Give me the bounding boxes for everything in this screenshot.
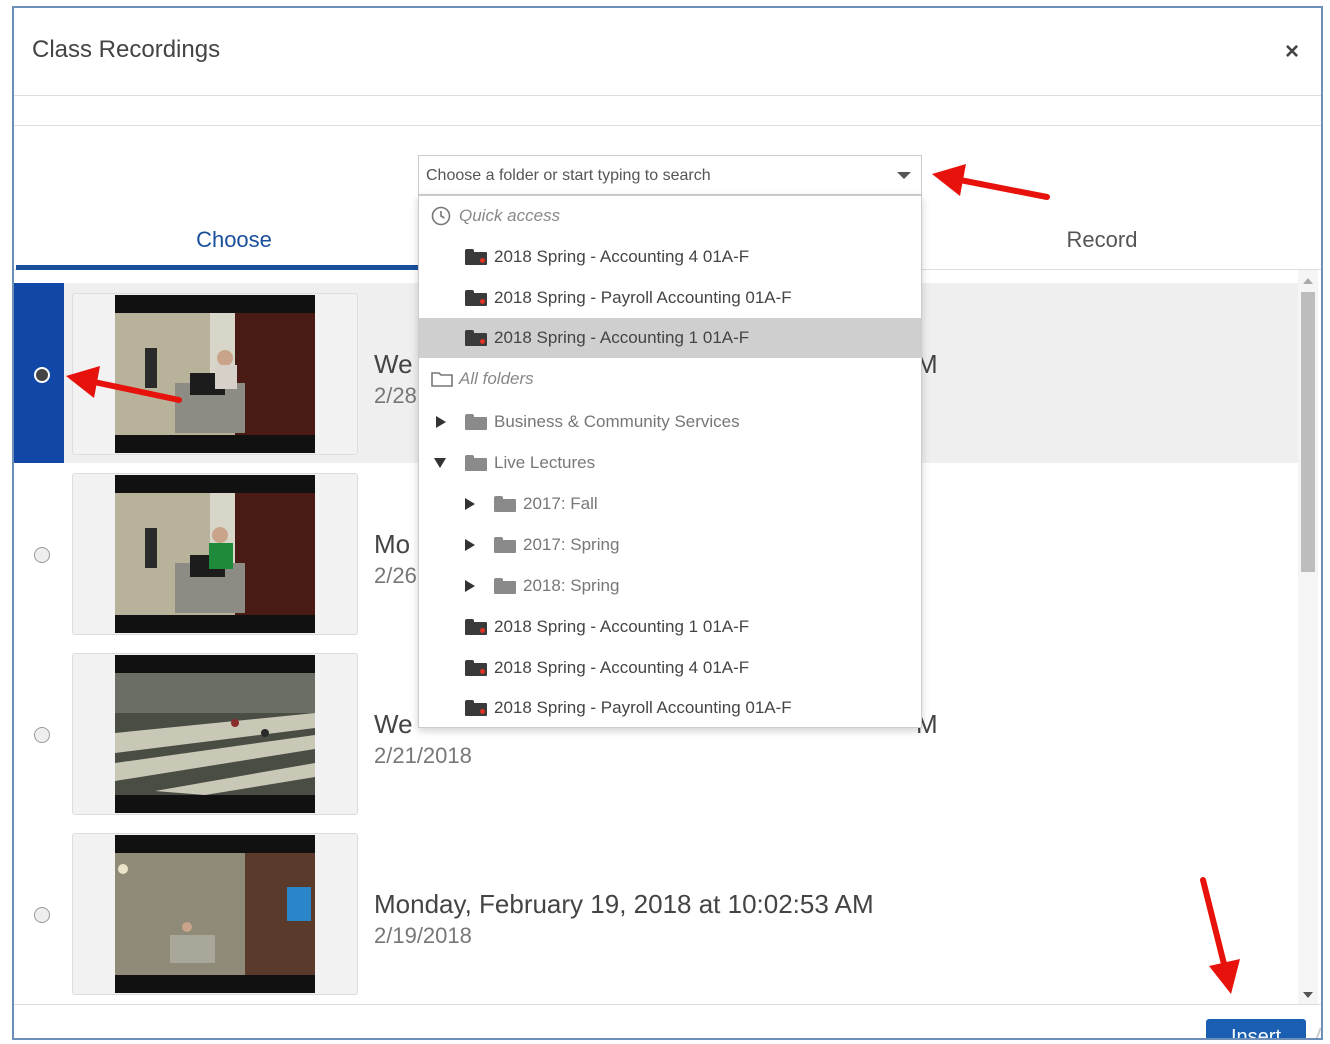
quick-access-item[interactable]: 2018 Spring - Accounting 1 01A-F <box>419 318 921 358</box>
recording-thumbnail-frame <box>72 653 358 815</box>
tab-choose[interactable]: Choose <box>16 220 452 270</box>
recording-thumbnail[interactable] <box>115 475 315 633</box>
recording-thumbnail-frame <box>72 833 358 995</box>
quick-access-item[interactable]: 2018 Spring - Accounting 4 01A-F <box>419 237 921 277</box>
radio-icon[interactable] <box>34 907 50 923</box>
quick-access-header: Quick access <box>419 196 921 236</box>
dialog-title: Class Recordings <box>32 36 221 63</box>
folder-icon <box>465 455 487 471</box>
recording-thumbnail-frame <box>72 473 358 635</box>
all-folders-header: All folders <box>419 359 921 399</box>
tree-item-label: 2017: Fall <box>523 494 598 513</box>
folder-dropdown-menu: Quick access 2018 Spring - Accounting 4 … <box>418 195 922 728</box>
tree-item-label: 2018 Spring - Accounting 1 01A-F <box>494 617 750 636</box>
folder-icon <box>465 249 487 265</box>
caret-down-icon[interactable] <box>897 172 911 179</box>
tree-item[interactable]: 2017: Fall <box>419 484 921 524</box>
classroom-image <box>115 493 315 615</box>
tree-item-label: 2018: Spring <box>523 576 620 595</box>
recording-thumbnail[interactable] <box>115 295 315 453</box>
folder-icon <box>465 619 487 635</box>
folder-icon <box>494 578 516 594</box>
class-recordings-dialog: Class Recordings × Choose Record We M 2/… <box>12 6 1323 1040</box>
list-item[interactable]: Monday, February 19, 2018 at 10:02:53 AM… <box>14 823 1298 1003</box>
quick-access-item-label: 2018 Spring - Accounting 1 01A-F <box>494 328 750 347</box>
tree-item[interactable]: Business & Community Services <box>419 402 921 442</box>
recording-thumbnail[interactable] <box>115 835 315 993</box>
triangle-right-icon[interactable] <box>465 498 475 510</box>
tree-item[interactable]: Live Lectures <box>419 443 921 483</box>
tree-item-label: 2018 Spring - Accounting 4 01A-F <box>494 658 750 677</box>
tree-item[interactable]: 2018 Spring - Accounting 1 01A-F <box>419 607 921 647</box>
radio-icon[interactable] <box>34 727 50 743</box>
classroom-image <box>115 853 315 975</box>
folder-icon <box>465 414 487 430</box>
tree-item[interactable]: 2018: Spring <box>419 566 921 606</box>
folder-search-input[interactable]: Choose a folder or start typing to searc… <box>426 167 711 185</box>
radio-icon[interactable] <box>34 547 50 563</box>
folder-icon <box>465 290 487 306</box>
dialog-header: Class Recordings × <box>14 8 1321 96</box>
quick-access-item[interactable]: 2018 Spring - Payroll Accounting 01A-F <box>419 278 921 318</box>
triangle-right-icon[interactable] <box>436 416 446 428</box>
recording-date: 2/26 <box>374 563 417 588</box>
folder-icon <box>494 496 516 512</box>
recording-title: Mo <box>374 529 411 559</box>
folder-outline-icon <box>431 372 453 387</box>
recording-title: We <box>374 349 413 379</box>
recording-thumbnail-frame <box>72 293 358 455</box>
radio-icon[interactable] <box>34 367 50 383</box>
quick-access-item-label: 2018 Spring - Accounting 4 01A-F <box>494 247 750 266</box>
recording-date: 2/28 <box>374 383 417 408</box>
classroom-image <box>115 313 315 435</box>
triangle-right-icon[interactable] <box>465 580 475 592</box>
folder-search-select[interactable]: Choose a folder or start typing to searc… <box>418 155 922 195</box>
scroll-down-icon[interactable] <box>1303 992 1313 998</box>
tree-item-label: 2018 Spring - Payroll Accounting 01A-F <box>494 698 792 717</box>
dialog-footer: Insert <box>14 1004 1321 1038</box>
folder-icon <box>494 537 516 553</box>
tab-record[interactable]: Record <box>884 220 1320 270</box>
quick-access-label: Quick access <box>459 206 561 225</box>
recording-date: 2/19/2018 <box>374 923 472 948</box>
tree-item[interactable]: 2018 Spring - Accounting 4 01A-F <box>419 648 921 688</box>
classroom-image <box>115 673 315 795</box>
recording-title: We <box>374 709 413 739</box>
close-icon[interactable]: × <box>1285 40 1299 64</box>
scroll-thumb[interactable] <box>1301 292 1315 572</box>
clock-icon <box>431 206 451 226</box>
recording-thumbnail[interactable] <box>115 655 315 813</box>
folder-icon <box>465 700 487 716</box>
tree-item[interactable]: 2017: Spring <box>419 525 921 565</box>
triangle-down-icon[interactable] <box>434 458 446 468</box>
folder-icon <box>465 660 487 676</box>
quick-access-item-label: 2018 Spring - Payroll Accounting 01A-F <box>494 288 792 307</box>
folder-icon <box>465 330 487 346</box>
tree-item-label: 2017: Spring <box>523 535 620 554</box>
triangle-right-icon[interactable] <box>465 539 475 551</box>
scrollbar[interactable] <box>1298 270 1318 1006</box>
tree-item-label: Business & Community Services <box>494 412 740 431</box>
recording-date: 2/21/2018 <box>374 743 472 768</box>
subheader-bar <box>14 96 1321 126</box>
insert-button[interactable]: Insert <box>1206 1019 1306 1038</box>
tree-item-label: Live Lectures <box>494 453 596 472</box>
all-folders-label: All folders <box>459 369 534 388</box>
scroll-up-icon[interactable] <box>1303 278 1313 284</box>
recording-title: Monday, February 19, 2018 at 10:02:53 AM <box>374 889 874 919</box>
tree-item[interactable]: 2018 Spring - Payroll Accounting 01A-F <box>419 688 921 727</box>
